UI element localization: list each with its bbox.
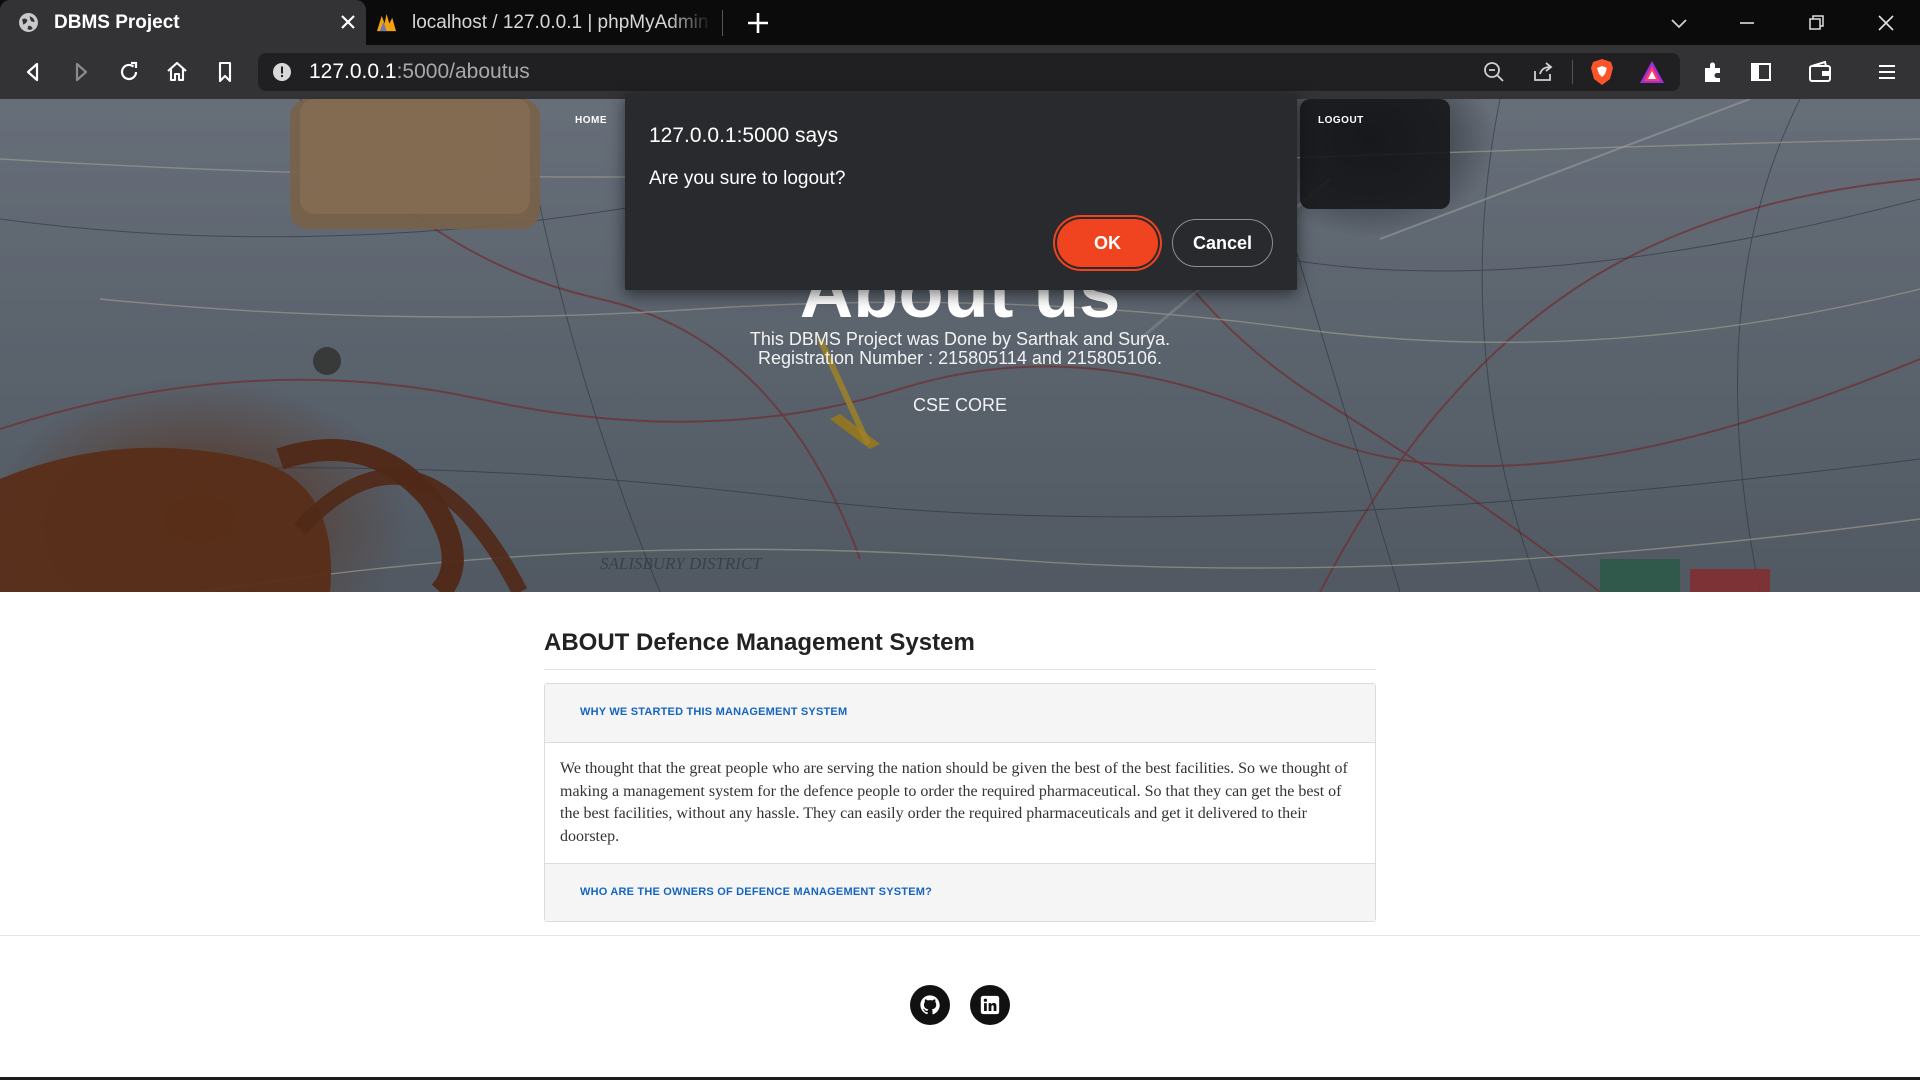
about-heading: ABOUT Defence Management System	[544, 629, 975, 656]
url-host: 127.0.0.1	[309, 60, 397, 83]
accordion-toggle-why[interactable]: WHY WE STARTED THIS MANAGEMENT SYSTEM	[580, 706, 847, 718]
restore-icon[interactable]	[1801, 8, 1831, 38]
forward-icon[interactable]	[66, 57, 96, 87]
hero-authors: This DBMS Project was Done by Sarthak an…	[749, 329, 1171, 349]
url-text: 127.0.0.1:5000/aboutus	[309, 60, 530, 84]
address-bar[interactable]: 127.0.0.1:5000/aboutus	[258, 53, 1680, 91]
accordion-toggle-owners[interactable]: WHO ARE THE OWNERS OF DEFENCE MANAGEMENT…	[580, 886, 932, 898]
sidebar-icon[interactable]	[1746, 57, 1776, 87]
menu-icon[interactable]	[1872, 57, 1902, 87]
tab-title: localhost / 127.0.0.1 | phpMyAdmin 5.	[412, 12, 712, 33]
tab-dbms-project[interactable]: DBMS Project	[0, 0, 366, 45]
wallet-icon[interactable]	[1805, 57, 1835, 87]
brave-shields-icon[interactable]	[1588, 57, 1616, 87]
zoom-icon[interactable]	[1481, 59, 1507, 85]
footer-divider	[0, 935, 1920, 936]
linkedin-link[interactable]	[970, 985, 1010, 1025]
github-link[interactable]	[910, 985, 950, 1025]
github-icon	[920, 995, 940, 1015]
heading-divider	[544, 669, 1376, 670]
confirm-dialog: 127.0.0.1:5000 says Are you sure to logo…	[625, 94, 1297, 290]
info-icon[interactable]	[272, 62, 292, 82]
tab-divider	[722, 10, 723, 36]
bookmark-icon[interactable]	[210, 57, 240, 87]
hero-branch: CSE CORE	[912, 395, 1008, 415]
tab-search-chevron-icon[interactable]	[1664, 8, 1694, 38]
extensions-icon[interactable]	[1698, 57, 1728, 87]
nav-logout-link[interactable]: LOGOUT	[1318, 115, 1364, 126]
omnibox-divider	[1572, 60, 1573, 84]
phpmyadmin-icon	[376, 13, 397, 32]
dialog-message: Are you sure to logout?	[649, 168, 846, 189]
tab-title: DBMS Project	[54, 12, 180, 33]
linkedin-icon	[980, 995, 1000, 1015]
hero-registration: Registration Number : 215805114 and 2158…	[758, 348, 1162, 368]
globe-icon	[19, 13, 38, 32]
accordion-header-owners[interactable]: WHO ARE THE OWNERS OF DEFENCE MANAGEMENT…	[545, 863, 1375, 921]
browser-toolbar: 127.0.0.1:5000/aboutus	[0, 45, 1920, 99]
about-accordion: WHY WE STARTED THIS MANAGEMENT SYSTEM We…	[544, 683, 1376, 922]
url-path: :5000/aboutus	[396, 60, 530, 83]
reload-icon[interactable]	[114, 57, 144, 87]
window-close-icon[interactable]	[1871, 8, 1901, 38]
back-icon[interactable]	[18, 57, 48, 87]
accordion-header-why[interactable]: WHY WE STARTED THIS MANAGEMENT SYSTEM	[545, 684, 1375, 743]
brave-rewards-icon[interactable]	[1638, 59, 1666, 85]
share-icon[interactable]	[1530, 59, 1556, 85]
ok-button[interactable]: OK	[1057, 219, 1158, 267]
new-tab-icon[interactable]	[744, 9, 772, 37]
dialog-title: 127.0.0.1:5000 says	[649, 124, 839, 147]
tab-phpmyadmin[interactable]: localhost / 127.0.0.1 | phpMyAdmin 5.	[370, 0, 722, 45]
close-icon[interactable]	[336, 10, 360, 34]
minimize-icon[interactable]	[1732, 8, 1762, 38]
accordion-body-why: We thought that the great people who are…	[560, 760, 1348, 845]
nav-home-link[interactable]: HOME	[575, 115, 607, 126]
cancel-button[interactable]: Cancel	[1172, 219, 1273, 267]
browser-tab-bar: DBMS Project localhost / 127.0.0.1 | php…	[0, 0, 1920, 45]
home-icon[interactable]	[162, 57, 192, 87]
